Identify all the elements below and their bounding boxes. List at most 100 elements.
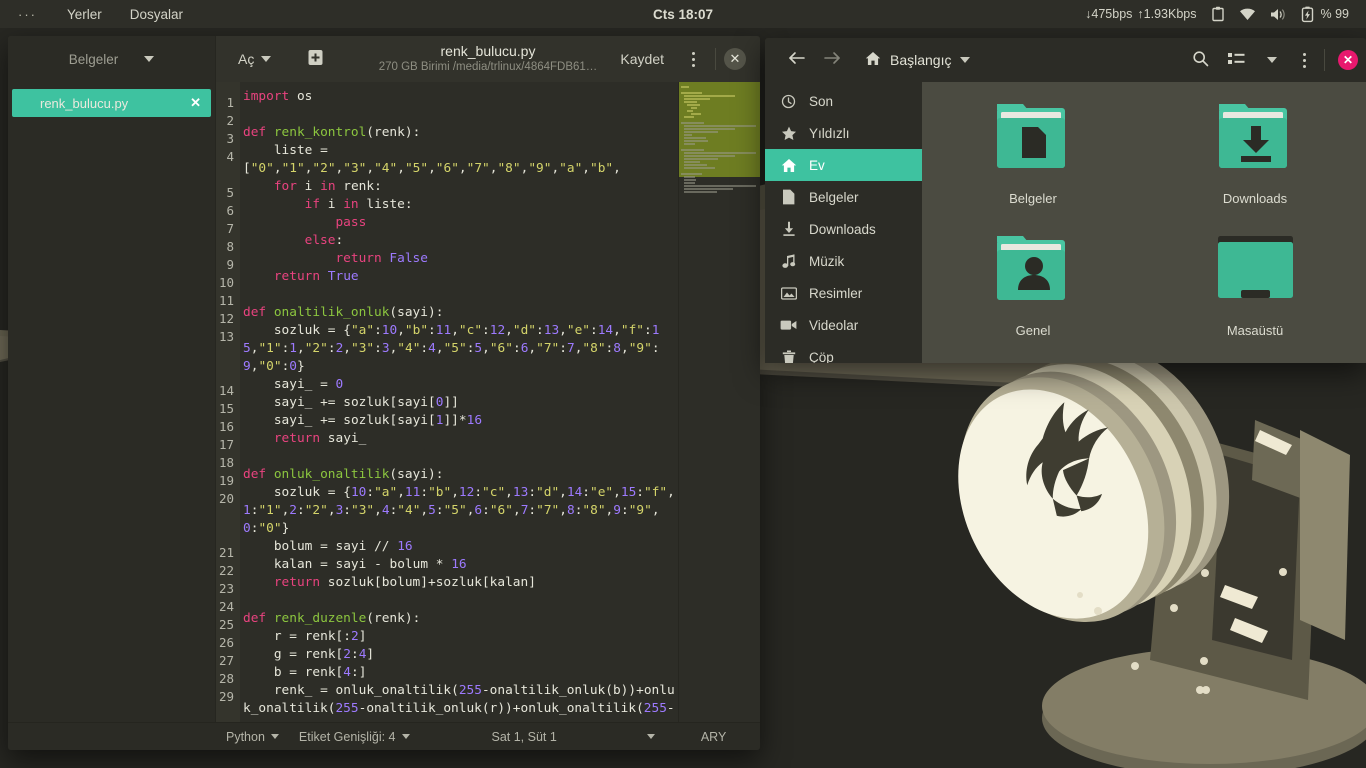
folder-item[interactable]: Genel bbox=[922, 232, 1144, 338]
wifi-icon bbox=[1239, 7, 1256, 21]
document-tab-item[interactable]: renk_bulucu.py ✕ bbox=[12, 89, 211, 117]
chevron-down-icon[interactable] bbox=[960, 57, 971, 63]
folder-public-icon bbox=[991, 232, 1076, 314]
header-separator bbox=[715, 48, 716, 70]
folder-documents-icon bbox=[991, 100, 1076, 182]
open-file-button[interactable]: Aç bbox=[230, 46, 279, 72]
line-number: 20 bbox=[218, 491, 234, 506]
view-mode-button[interactable] bbox=[1219, 45, 1253, 75]
sidebar-item-ev[interactable]: Ev bbox=[765, 149, 922, 181]
source-code-text[interactable]: import os def renk_kontrol(renk): liste … bbox=[240, 82, 678, 722]
folder-item[interactable]: Downloads bbox=[1144, 100, 1366, 206]
line-number: 15 bbox=[218, 401, 234, 416]
tab-width-selector[interactable]: Etiket Genişliği: 4 bbox=[289, 730, 420, 744]
line-number: 5 bbox=[226, 185, 234, 200]
line-number: 16 bbox=[218, 419, 234, 434]
line-number: 25 bbox=[218, 617, 234, 632]
editor-menu-button[interactable] bbox=[680, 44, 707, 75]
trash-icon bbox=[780, 350, 797, 363]
code-line: return True bbox=[273, 269, 359, 284]
file-manager-content[interactable]: Belgeler Downloads Genel Masaüstü bbox=[922, 82, 1366, 363]
close-icon[interactable]: ✕ bbox=[190, 95, 201, 111]
save-button[interactable]: Kaydet bbox=[608, 45, 676, 73]
minimap-line bbox=[684, 101, 697, 103]
sidebar-item-resimler[interactable]: Resimler bbox=[765, 277, 922, 309]
menu-dots-icon[interactable]: ··· bbox=[0, 0, 53, 28]
network-speed-indicator[interactable]: ↓475bps ↑1.93Kbps bbox=[1078, 7, 1203, 21]
topbar-menu-places[interactable]: Yerler bbox=[53, 0, 116, 28]
battery-percent-label: % 99 bbox=[1320, 7, 1350, 21]
clipboard-indicator[interactable] bbox=[1204, 6, 1232, 22]
folder-desktop-icon bbox=[1213, 232, 1298, 314]
sidebar-item-çöp[interactable]: Çöp bbox=[765, 341, 922, 363]
sidebar-item-label: Videolar bbox=[809, 317, 859, 333]
back-button[interactable] bbox=[779, 45, 813, 75]
wifi-indicator[interactable] bbox=[1232, 7, 1263, 21]
code-area[interactable]: 1 2 3 4 5 6 7 8 9 10 11 12 13 14 15 16 17 18 19 20 21 22 23 24 2… bbox=[216, 82, 760, 722]
minimap-line bbox=[684, 176, 695, 178]
forward-button[interactable] bbox=[815, 45, 849, 75]
sidebar-item-downloads[interactable]: Downloads bbox=[765, 213, 922, 245]
chevron-down-icon[interactable] bbox=[144, 56, 155, 62]
code-line: def renk_kontrol(renk): bbox=[243, 125, 421, 140]
editor-documents-panel-header[interactable]: Belgeler bbox=[8, 36, 216, 82]
topbar-menu-files[interactable]: Dosyalar bbox=[116, 0, 197, 28]
line-number: 18 bbox=[218, 455, 234, 470]
editor-close-button[interactable]: ✕ bbox=[724, 48, 746, 70]
search-icon bbox=[1192, 50, 1209, 71]
battery-indicator[interactable]: % 99 bbox=[1294, 6, 1357, 23]
file-manager-header-bar: Başlangıç ✕ bbox=[765, 38, 1366, 82]
code-line: sayi_ += sozluk[sayi[1]]*16 bbox=[273, 413, 483, 428]
file-manager-close-button[interactable]: ✕ bbox=[1338, 50, 1358, 70]
language-selector[interactable]: Python bbox=[216, 730, 289, 744]
minimap-line bbox=[681, 122, 705, 124]
line-number: 11 bbox=[218, 293, 234, 308]
minimap-line bbox=[690, 107, 697, 109]
chevron-down-icon bbox=[270, 734, 279, 739]
sidebar-item-label: Belgeler bbox=[809, 189, 859, 205]
sidebar-item-müzik[interactable]: Müzik bbox=[765, 245, 922, 277]
sidebar-item-son[interactable]: Son bbox=[765, 85, 922, 117]
minimap-line bbox=[684, 125, 757, 127]
sidebar-item-belgeler[interactable]: Belgeler bbox=[765, 181, 922, 213]
breadcrumb[interactable]: Başlangıç bbox=[865, 51, 971, 69]
minimap-line bbox=[684, 140, 709, 142]
code-minimap[interactable] bbox=[678, 82, 760, 722]
search-button[interactable] bbox=[1183, 45, 1217, 75]
sort-options-button[interactable] bbox=[1255, 45, 1289, 75]
sidebar-item-label: Son bbox=[809, 93, 834, 109]
sidebar-item-videolar[interactable]: Videolar bbox=[765, 309, 922, 341]
line-number: 7 bbox=[226, 221, 234, 236]
clock[interactable]: Cts 18:07 bbox=[653, 7, 713, 22]
list-view-icon bbox=[1227, 51, 1245, 70]
minimap-line bbox=[687, 104, 700, 106]
minimap-line bbox=[687, 110, 694, 112]
status-extra-menu[interactable] bbox=[637, 734, 665, 739]
network-down-label: ↓475bps bbox=[1085, 7, 1133, 21]
folder-label: Belgeler bbox=[1009, 191, 1057, 206]
open-button-label: Aç bbox=[238, 51, 255, 67]
new-document-button[interactable] bbox=[301, 43, 330, 76]
sidebar-item-yıldızlı[interactable]: Yıldızlı bbox=[765, 117, 922, 149]
folder-downloads-icon bbox=[1213, 100, 1298, 182]
editor-documents-sidebar: renk_bulucu.py ✕ bbox=[8, 82, 216, 722]
volume-indicator[interactable] bbox=[1263, 7, 1294, 22]
arrow-right-icon bbox=[823, 50, 842, 70]
minimap-line bbox=[684, 98, 710, 100]
code-line: return sozluk[bolum]+sozluk[kalan] bbox=[273, 575, 536, 590]
code-line: def onluk_onaltilik(sayi): bbox=[243, 467, 444, 482]
editor-status-bar: Python Etiket Genişliği: 4 Sat 1, Süt 1 … bbox=[8, 722, 760, 750]
minimap-line bbox=[684, 167, 715, 169]
code-line: sozluk = {"a":10,"b":11,"c":12,"d":13,"e… bbox=[243, 323, 660, 374]
star-icon bbox=[780, 126, 797, 141]
music-icon bbox=[780, 253, 797, 269]
line-number: 4 bbox=[226, 149, 234, 164]
code-line: if i in liste: bbox=[304, 197, 413, 212]
folder-item[interactable]: Belgeler bbox=[922, 100, 1144, 206]
minimap-line bbox=[684, 161, 701, 163]
file-manager-menu-button[interactable] bbox=[1291, 45, 1318, 76]
code-line: g = renk[2:4] bbox=[273, 647, 375, 662]
cursor-position-label: Sat 1, Süt 1 bbox=[491, 729, 557, 744]
folder-item[interactable]: Masaüstü bbox=[1144, 232, 1366, 338]
editor-file-path: 270 GB Birimi /media/trlinux/4864FDB61… bbox=[378, 61, 598, 73]
